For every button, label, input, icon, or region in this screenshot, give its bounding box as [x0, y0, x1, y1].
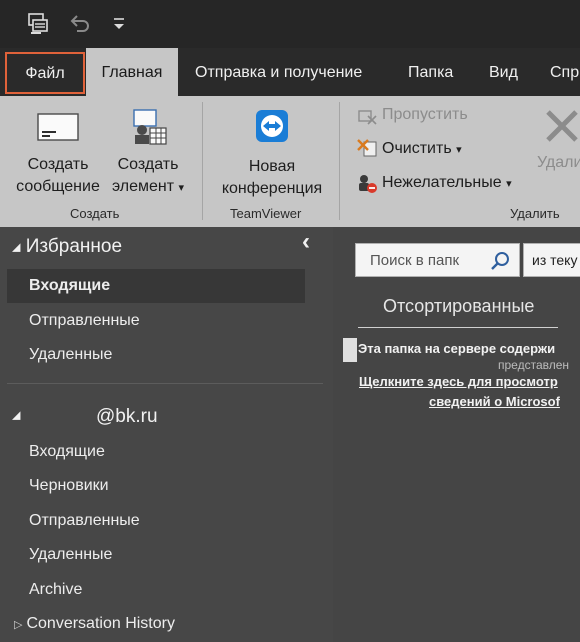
notice-marker: [343, 338, 357, 362]
send-receive-icon[interactable]: [26, 12, 50, 41]
group-label-teamviewer: TeamViewer: [230, 206, 302, 221]
account-folder-archive[interactable]: Archive: [29, 581, 82, 599]
quick-access-toolbar: [0, 0, 580, 48]
delete-button[interactable]: Удали: [532, 108, 580, 174]
search-scope-dropdown[interactable]: из теку: [523, 243, 580, 277]
teamviewer-icon: [210, 106, 334, 150]
search-icon[interactable]: [490, 250, 512, 277]
tab-send-receive[interactable]: Отправка и получение: [195, 48, 362, 96]
group-separator: [202, 102, 203, 220]
group-separator: [339, 102, 340, 220]
junk-button[interactable]: Нежелательные ▾: [356, 170, 512, 196]
tab-view[interactable]: Вид: [489, 48, 518, 96]
favorites-item-sent[interactable]: Отправленные: [29, 312, 140, 330]
new-meeting-label-line1: Новая: [248, 158, 296, 175]
new-message-label-line2: сообщение: [16, 178, 100, 195]
tab-help[interactable]: Спр: [550, 48, 579, 96]
tab-file[interactable]: Файл: [5, 52, 85, 94]
clean-up-button[interactable]: Очистить ▾: [356, 136, 462, 162]
favorites-header[interactable]: ◢ Избранное: [12, 236, 122, 258]
undo-icon[interactable]: [68, 12, 92, 41]
account-folder-sent[interactable]: Отправленные: [29, 512, 140, 530]
tab-folder[interactable]: Папка: [408, 48, 453, 96]
ignore-button[interactable]: Пропустить: [356, 102, 468, 128]
divider: [7, 383, 323, 384]
new-item-label-line2: элемент: [111, 178, 175, 195]
collapse-triangle-icon: ◢: [12, 241, 21, 254]
account-folder-deleted[interactable]: Удаленные: [29, 546, 112, 564]
new-message-button[interactable]: Создать сообщение: [10, 110, 106, 198]
server-notice: Эта папка на сервере содержи представлен: [343, 338, 580, 372]
account-folder-conversation-history[interactable]: ▷ Conversation History: [14, 615, 175, 633]
delete-label: Удали: [537, 154, 580, 171]
view-more-link-line2[interactable]: сведений о Microsof: [429, 394, 560, 409]
folder-label: Conversation History: [26, 615, 175, 632]
account-title: @bk.ru: [96, 406, 158, 427]
ignore-icon: [356, 104, 378, 126]
group-label-delete: Удалить: [510, 206, 560, 221]
junk-icon: [356, 172, 378, 194]
collapse-pane-icon[interactable]: ‹: [302, 228, 310, 256]
new-meeting-label-line2: конференция: [221, 180, 323, 197]
search-box[interactable]: Поиск в папк: [355, 243, 520, 277]
delete-icon: [532, 108, 580, 148]
view-more-link[interactable]: Щелкните здесь для просмотр: [359, 374, 558, 389]
collapse-triangle-icon: ◢: [12, 409, 21, 422]
new-items-icon: [106, 104, 190, 148]
favorites-item-inbox[interactable]: Входящие: [7, 269, 305, 303]
group-label-create: Создать: [70, 206, 120, 221]
tab-underline: [358, 327, 558, 328]
notice-text: Эта папка на сервере содержи: [358, 341, 556, 356]
ignore-label: Пропустить: [382, 106, 468, 123]
new-item-label-line1: Создать: [117, 156, 179, 173]
chevron-down-icon: ▾: [456, 144, 462, 156]
search-input[interactable]: Поиск в папк: [370, 252, 459, 269]
notice-text-secondary: представлен: [498, 358, 570, 372]
chevron-down-icon: ▾: [178, 182, 185, 194]
new-meeting-button[interactable]: Новая конференция: [210, 106, 334, 200]
clean-up-icon: [356, 138, 378, 160]
chevron-down-icon: ▾: [506, 178, 512, 190]
account-folder-drafts[interactable]: Черновики: [29, 477, 109, 495]
new-message-label-line1: Создать: [27, 156, 89, 173]
customize-dropdown-icon[interactable]: [111, 14, 127, 39]
favorites-item-deleted[interactable]: Удаленные: [29, 346, 112, 364]
account-folder-inbox[interactable]: Входящие: [29, 443, 105, 461]
tab-focused[interactable]: Отсортированные: [383, 296, 534, 317]
expand-triangle-icon[interactable]: ▷: [14, 619, 22, 631]
folder-pane: ◢ Избранное ‹ Входящие Отправленные Удал…: [0, 227, 333, 642]
clean-up-label: Очистить: [382, 140, 452, 157]
favorites-title: Избранное: [25, 236, 123, 257]
account-header[interactable]: ◢: [12, 404, 20, 426]
ribbon: Создать сообщение Создать элемент ▾ Созд…: [0, 96, 580, 227]
envelope-icon: [10, 110, 106, 148]
new-item-button[interactable]: Создать элемент ▾: [106, 104, 190, 199]
tab-home[interactable]: Главная: [86, 48, 178, 96]
message-list-pane: Поиск в папк из теку Отсортированные Эта…: [333, 227, 580, 642]
ribbon-tabs: Файл Главная Отправка и получение Папка …: [0, 48, 580, 96]
junk-label: Нежелательные: [382, 174, 502, 191]
